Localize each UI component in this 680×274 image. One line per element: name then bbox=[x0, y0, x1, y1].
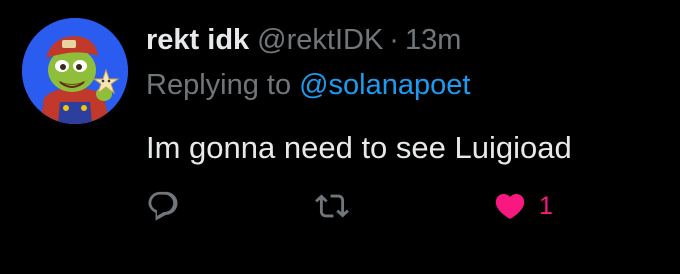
heart-icon bbox=[491, 189, 529, 223]
reply-icon bbox=[146, 189, 180, 223]
tweet-timestamp[interactable]: 13m bbox=[405, 20, 461, 60]
separator-dot: · bbox=[389, 24, 399, 56]
replying-to-handle-link[interactable]: @solanapoet bbox=[299, 69, 470, 101]
tweet-actions-bar: 1 bbox=[146, 188, 626, 224]
like-count: 1 bbox=[539, 192, 553, 220]
tweet[interactable]: rekt idk @rektIDK · 13m Replying to @sola… bbox=[0, 0, 680, 274]
like-button[interactable]: 1 bbox=[491, 188, 553, 224]
author-handle[interactable]: @rektIDK bbox=[257, 20, 383, 60]
tweet-text: Im gonna need to see Luigioad bbox=[146, 130, 572, 165]
author-display-name[interactable]: rekt idk bbox=[146, 20, 249, 60]
tweet-header: rekt idk @rektIDK · 13m bbox=[146, 20, 461, 60]
replying-to-line: Replying to @solanapoet bbox=[146, 65, 470, 105]
retweet-button[interactable] bbox=[314, 188, 350, 224]
retweet-icon bbox=[314, 189, 350, 223]
avatar[interactable] bbox=[22, 18, 128, 124]
reply-button[interactable] bbox=[146, 188, 180, 224]
replying-to-label: Replying to bbox=[146, 69, 292, 101]
avatar-image bbox=[22, 18, 128, 124]
